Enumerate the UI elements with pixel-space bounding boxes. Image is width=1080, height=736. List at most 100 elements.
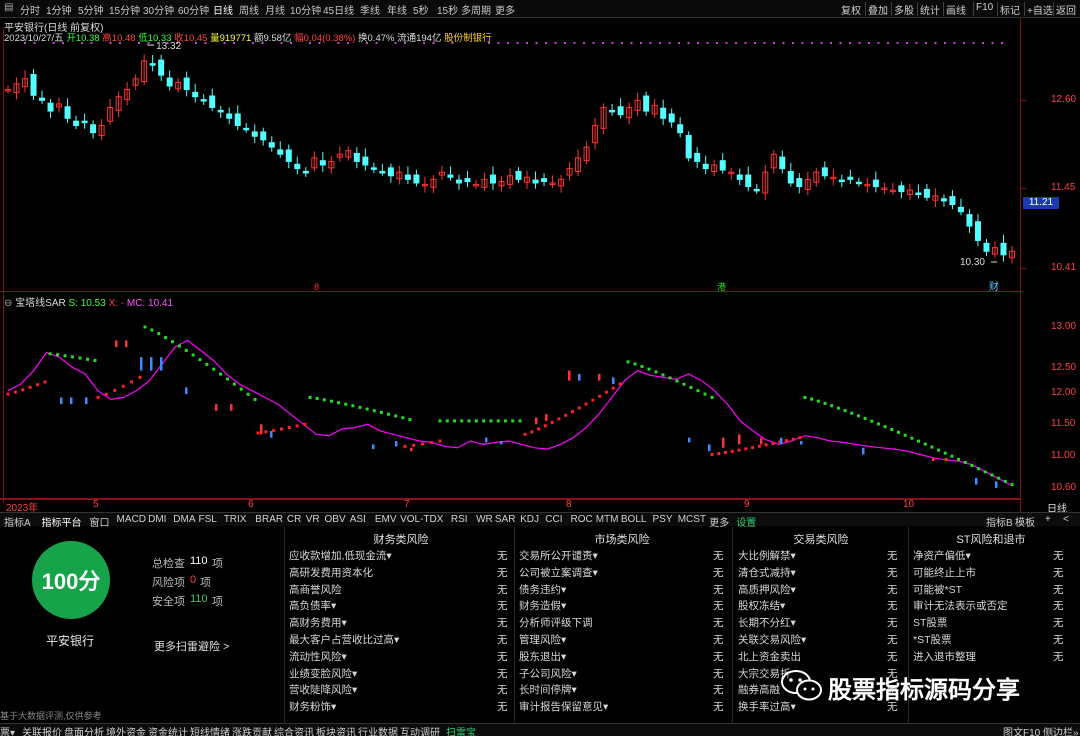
indicator-tab-9[interactable]: CR [287,514,301,525]
risk-check-item[interactable]: 高负债率▾ [289,598,336,613]
period-tab-0[interactable]: 分时 [20,2,40,17]
toolbar-button-4[interactable]: 画线 [946,2,966,17]
indicator-tab-23[interactable]: PSY [653,514,673,525]
period-tab-4[interactable]: 30分钟 [143,2,174,17]
bottom-nav-item-9[interactable]: 行业数据 [358,724,398,736]
indicator-tab-22[interactable]: BOLL [621,514,647,525]
period-tab-1[interactable]: 1分钟 [46,2,72,17]
indicator-tab-6[interactable]: FSL [199,514,217,525]
indicator-tab-right-3[interactable]: < [1063,514,1069,525]
risk-check-item[interactable]: 可能终止上市 [913,565,976,580]
period-tab-9[interactable]: 10分钟 [290,2,321,17]
risk-check-item[interactable]: 业绩变脸风险▾ [289,666,357,681]
bottom-nav-item-4[interactable]: 资金统计 [148,724,188,736]
risk-check-item[interactable]: 股东退出▾ [519,649,566,664]
indicator-tab-12[interactable]: ASI [350,514,366,525]
indicator-tab-21[interactable]: MTM [596,514,619,525]
bottom-nav-item-11[interactable]: 扫雷宝 [446,724,476,736]
risk-check-item[interactable]: *ST股票 [913,632,952,647]
risk-check-item[interactable]: 流动性风险▾ [289,649,347,664]
risk-check-item[interactable]: 审计报告保留意见▾ [519,699,608,714]
risk-check-item[interactable]: 股权冻结▾ [738,598,785,613]
period-tab-5[interactable]: 60分钟 [178,2,209,17]
indicator-name[interactable]: 宝塔线SAR [15,298,66,309]
period-tab-15[interactable]: 多周期 [461,2,491,17]
risk-check-item[interactable]: 进入退市整理 [913,649,976,664]
bottom-nav-item-2[interactable]: 盘面分析 [64,724,104,736]
indicator-tab-18[interactable]: KDJ [520,514,539,525]
period-tab-8[interactable]: 月线 [265,2,285,17]
risk-check-item[interactable]: 财务造假▾ [519,598,566,613]
period-tab-10[interactable]: 45日线 [323,2,354,17]
risk-check-item[interactable]: 营收陡降风险▾ [289,682,357,697]
period-tab-11[interactable]: 季线 [360,2,380,17]
bottom-nav-item-5[interactable]: 短线情绪 [190,724,230,736]
candlestick-chart[interactable]: 13.3210.30财8 港 [0,18,1080,292]
indicator-tab-right-2[interactable]: + [1045,514,1051,525]
risk-check-item[interactable]: 可能被*ST [913,582,962,597]
period-tab-13[interactable]: 5秒 [413,2,429,17]
indicator-tab-10[interactable]: VR [306,514,320,525]
bottom-nav-item-1[interactable]: 关联报价 [22,724,62,736]
indicator-tab-8[interactable]: BRAR [255,514,283,525]
indicator-tab-15[interactable]: RSI [451,514,468,525]
indicator-tab-3[interactable]: MACD [117,514,146,525]
more-risk-scan-link[interactable]: 更多扫雷避险 > [154,638,229,654]
period-tab-16[interactable]: 更多 [495,2,515,17]
toolbar-button-8[interactable]: 返回 [1056,2,1076,17]
risk-check-item[interactable]: 关联交易风险▾ [738,632,806,647]
risk-check-item[interactable]: 子公司风险▾ [519,666,577,681]
toolbar-button-5[interactable]: F10 [976,2,993,13]
indicator-tab-4[interactable]: DMI [148,514,166,525]
bottom-nav-item-6[interactable]: 涨跌贡献 [232,724,272,736]
risk-check-item[interactable]: 高质押风险▾ [738,582,796,597]
risk-check-item[interactable]: 交易所公开谴责▾ [519,548,598,563]
period-tab-14[interactable]: 15秒 [437,2,458,17]
toolbar-button-0[interactable]: 复权 [841,2,861,17]
indicator-settings-icon[interactable]: ⊖ [4,298,12,309]
risk-check-item[interactable]: 公司被立案调查▾ [519,565,598,580]
indicator-tab-16[interactable]: WR [476,514,493,525]
risk-check-item[interactable]: 净资产偏低▾ [913,548,971,563]
quote-sector[interactable]: 股份制银行 [444,33,492,44]
period-tab-12[interactable]: 年线 [387,2,407,17]
risk-check-item[interactable]: 财务粉饰▾ [289,699,336,714]
risk-check-item[interactable]: 高研发费用资本化 [289,565,373,580]
risk-check-item[interactable]: 最大客户占营收比过高▾ [289,632,399,647]
toolbar-button-7[interactable]: +自选 [1027,2,1053,17]
toolbar-button-3[interactable]: 统计 [920,2,940,17]
period-tab-7[interactable]: 周线 [239,2,259,17]
risk-check-item[interactable]: 长期不分红▾ [738,615,796,630]
indicator-tab-24[interactable]: MCST [678,514,706,525]
risk-check-item[interactable]: ST股票 [913,615,947,630]
indicator-tab-5[interactable]: DMA [173,514,195,525]
sar-indicator-chart[interactable] [0,292,1080,512]
risk-check-item[interactable]: 长时间停牌▾ [519,682,577,697]
toolbar-button-1[interactable]: 叠加 [868,2,888,17]
toolbar-button-6[interactable]: 标记 [1000,2,1020,17]
toolbar-button-2[interactable]: 多股 [894,2,914,17]
risk-check-item[interactable]: 北上资金卖出 [738,649,801,664]
period-tab-6[interactable]: 日线 [213,2,233,17]
side-panel-toggle[interactable]: 图文F10 侧边栏» [1003,724,1079,736]
indicator-tab-19[interactable]: CCI [545,514,562,525]
risk-check-item[interactable]: 应收款增加,低现金流▾ [289,548,392,563]
bottom-nav-item-8[interactable]: 板块资讯 [316,724,356,736]
risk-check-item[interactable]: 高财务费用▾ [289,615,347,630]
period-tab-2[interactable]: 5分钟 [78,2,104,17]
bottom-nav-item-7[interactable]: 综合资讯 [274,724,314,736]
indicator-tab-13[interactable]: EMV [375,514,397,525]
bottom-nav-item-10[interactable]: 互动调研 [400,724,440,736]
risk-check-item[interactable]: 审计无法表示或否定 [913,598,1008,613]
risk-check-item[interactable]: 大比例解禁▾ [738,548,796,563]
risk-check-item[interactable]: 管理风险▾ [519,632,566,647]
indicator-tab-14[interactable]: VOL-TDX [400,514,443,525]
period-tab-3[interactable]: 15分钟 [109,2,140,17]
toolbar-menu-icon[interactable]: ▤ [4,2,13,13]
risk-check-item[interactable]: 融券高融 [738,682,780,697]
bottom-nav-item-3[interactable]: 境外资金 [106,724,146,736]
risk-check-item[interactable]: 清仓式减持▾ [738,565,796,580]
bottom-nav-item-0[interactable]: 票▾ [0,724,15,736]
indicator-tab-17[interactable]: SAR [495,514,516,525]
indicator-tab-7[interactable]: TRIX [224,514,247,525]
